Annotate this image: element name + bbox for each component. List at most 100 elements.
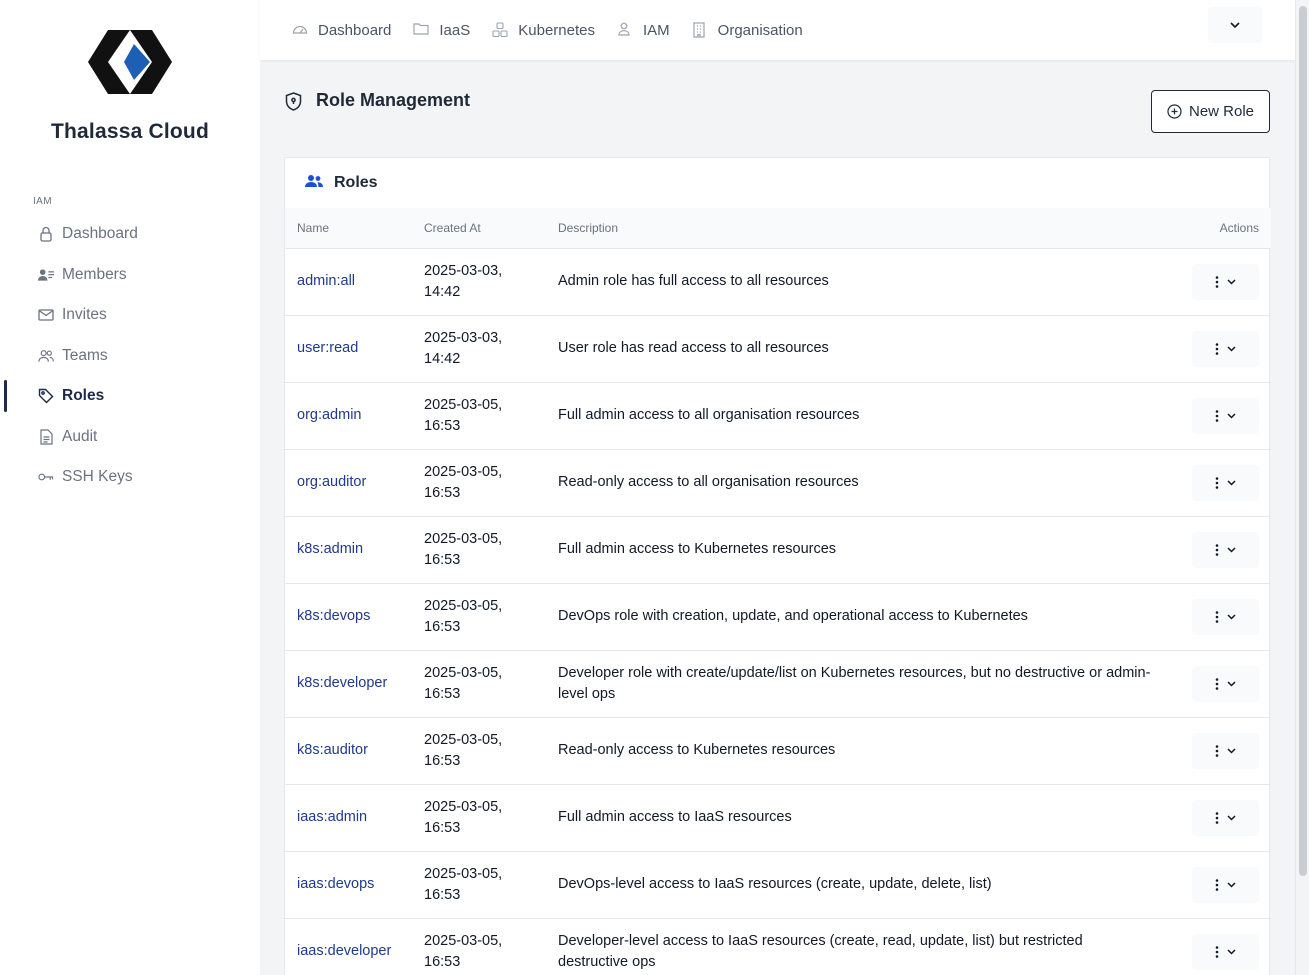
column-header-name[interactable]: Name <box>285 208 412 248</box>
row-actions-button[interactable] <box>1192 397 1259 434</box>
brand-name: Thalassa Cloud <box>50 120 209 143</box>
sidebar-item-dashboard[interactable]: Dashboard <box>0 214 260 255</box>
created-at-cell: 2025-03-05, 16:53 <box>412 918 546 975</box>
role-name-link[interactable]: k8s:developer <box>297 675 387 691</box>
actions-cell <box>1156 650 1271 717</box>
role-name-link[interactable]: org:auditor <box>297 474 366 490</box>
role-name-link[interactable]: k8s:devops <box>297 608 370 624</box>
sidebar-item-label: SSH Keys <box>62 468 133 486</box>
created-at-cell: 2025-03-05, 16:53 <box>412 851 546 918</box>
row-actions-button[interactable] <box>1192 464 1259 501</box>
page-title-text: Role Management <box>316 90 471 110</box>
sidebar-item-ssh-keys[interactable]: SSH Keys <box>0 457 260 498</box>
users-icon <box>38 348 54 364</box>
role-name-cell: user:read <box>285 315 412 382</box>
more-vertical-icon <box>1215 342 1219 355</box>
topnav-item-kubernetes[interactable]: Kubernetes <box>492 22 595 39</box>
row-actions-button[interactable] <box>1192 665 1259 702</box>
roles-table-body: admin:all 2025-03-03, 14:42 Admin role has … <box>285 248 1271 975</box>
role-name-link[interactable]: k8s:auditor <box>297 742 368 758</box>
description-cell: Full admin access to Kubernetes resource… <box>558 541 837 557</box>
topnav-item-dashboard[interactable]: Dashboard <box>292 22 391 39</box>
row-actions-button[interactable] <box>1192 263 1259 300</box>
chevron-down-icon <box>1227 613 1236 620</box>
created-date: 2025-03-05, <box>424 530 503 547</box>
more-vertical-icon <box>1215 476 1219 489</box>
table-row: org:admin 2025-03-05, 16:53 Full admin acce… <box>285 382 1271 449</box>
row-actions-button[interactable] <box>1192 531 1259 568</box>
role-name-link[interactable]: user:read <box>297 340 358 356</box>
brand-logo[interactable]: Thalassa Cloud <box>0 30 260 144</box>
created-date: 2025-03-05, <box>424 664 503 681</box>
account-dropdown-button[interactable] <box>1208 7 1262 43</box>
description-cell: DevOps-level access to IaaS resources (c… <box>558 876 992 892</box>
actions-cell <box>1156 784 1271 851</box>
actions-cell <box>1156 248 1271 315</box>
role-name-link[interactable]: iaas:admin <box>297 809 367 825</box>
topnav-item-label: Organisation <box>717 21 803 39</box>
role-name-cell: org:admin <box>285 382 412 449</box>
row-actions-button[interactable] <box>1192 866 1259 903</box>
created-at-cell: 2025-03-03, 14:42 <box>412 248 546 315</box>
topnav-item-organisation[interactable]: Organisation <box>692 22 803 39</box>
role-name-cell: k8s:devops <box>285 583 412 650</box>
created-at-cell: 2025-03-05, 16:53 <box>412 583 546 650</box>
topnav-item-iaas[interactable]: IaaS <box>413 22 470 39</box>
topnav-item-label: IaaS <box>439 21 471 39</box>
role-name-link[interactable]: iaas:developer <box>297 943 391 959</box>
scrollbar-thumb[interactable] <box>1299 6 1307 876</box>
more-vertical-icon <box>1215 878 1219 891</box>
table-row: iaas:admin 2025-03-05, 16:53 Full admin acc… <box>285 784 1271 851</box>
table-row: k8s:admin 2025-03-05, 16:53 Full admin acce… <box>285 516 1271 583</box>
created-time: 16:53 <box>424 953 461 970</box>
topnav-item-iam[interactable]: IAM <box>617 22 670 39</box>
sidebar-item-label: Roles <box>62 387 105 405</box>
row-actions-button[interactable] <box>1192 598 1259 635</box>
topnav-item-label: IAM <box>642 21 670 39</box>
document-icon <box>38 429 54 445</box>
chevron-down-icon <box>1227 814 1236 821</box>
role-name-link[interactable]: org:admin <box>297 407 361 423</box>
more-vertical-icon <box>1215 543 1219 556</box>
column-header-created-at[interactable]: Created At <box>412 208 546 248</box>
sidebar-item-invites[interactable]: Invites <box>0 295 260 336</box>
more-vertical-icon <box>1215 275 1219 288</box>
role-name-link[interactable]: admin:all <box>297 273 355 289</box>
sidebar-item-label: Members <box>62 265 127 283</box>
created-at-cell: 2025-03-05, 16:53 <box>412 717 546 784</box>
chevron-down-icon <box>1227 345 1236 352</box>
page-scrollbar[interactable] <box>1295 0 1309 975</box>
description-cell: Developer-level access to IaaS resources… <box>558 932 1083 970</box>
role-name-cell: iaas:devops <box>285 851 412 918</box>
column-header-actions: Actions <box>1219 220 1259 235</box>
role-name-link[interactable]: iaas:devops <box>297 876 374 892</box>
role-name-link[interactable]: k8s:admin <box>297 541 363 557</box>
chevron-down-icon <box>1227 680 1236 687</box>
created-at-cell: 2025-03-05, 16:53 <box>412 650 546 717</box>
table-row: k8s:developer 2025-03-05, 16:53 Developer r… <box>285 650 1271 717</box>
column-header-description[interactable]: Description <box>546 208 1156 248</box>
created-date: 2025-03-05, <box>424 396 503 413</box>
description-cell: Read-only access to all organisation res… <box>558 474 859 490</box>
table-row: org:auditor 2025-03-05, 16:53 Read-only acc… <box>285 449 1271 516</box>
sidebar-item-teams[interactable]: Teams <box>0 336 260 377</box>
sidebar-nav: Dashboard Members Invites Teams Roles Au… <box>0 214 260 498</box>
created-date: 2025-03-05, <box>424 463 503 480</box>
row-actions-button[interactable] <box>1192 330 1259 367</box>
top-bar: Dashboard IaaS Kubernetes IAM Organisati… <box>260 0 1295 60</box>
table-row: iaas:developer 2025-03-05, 16:53 Developer-… <box>285 918 1271 975</box>
sidebar-item-audit[interactable]: Audit <box>0 417 260 458</box>
chevron-down-icon <box>1227 479 1236 486</box>
description-cell: Admin role has full access to all resour… <box>558 273 829 289</box>
row-actions-button[interactable] <box>1192 933 1259 970</box>
roles-card-header: Roles <box>285 158 1269 208</box>
row-actions-button[interactable] <box>1192 732 1259 769</box>
actions-cell <box>1156 717 1271 784</box>
new-role-button[interactable]: New Role <box>1151 90 1270 133</box>
sidebar-item-members[interactable]: Members <box>0 255 260 296</box>
actions-cell <box>1156 583 1271 650</box>
description-cell: DevOps role with creation, update, and o… <box>558 608 1028 624</box>
chevron-down-icon <box>1230 16 1240 34</box>
row-actions-button[interactable] <box>1192 799 1259 836</box>
sidebar-item-roles[interactable]: Roles <box>0 376 260 417</box>
